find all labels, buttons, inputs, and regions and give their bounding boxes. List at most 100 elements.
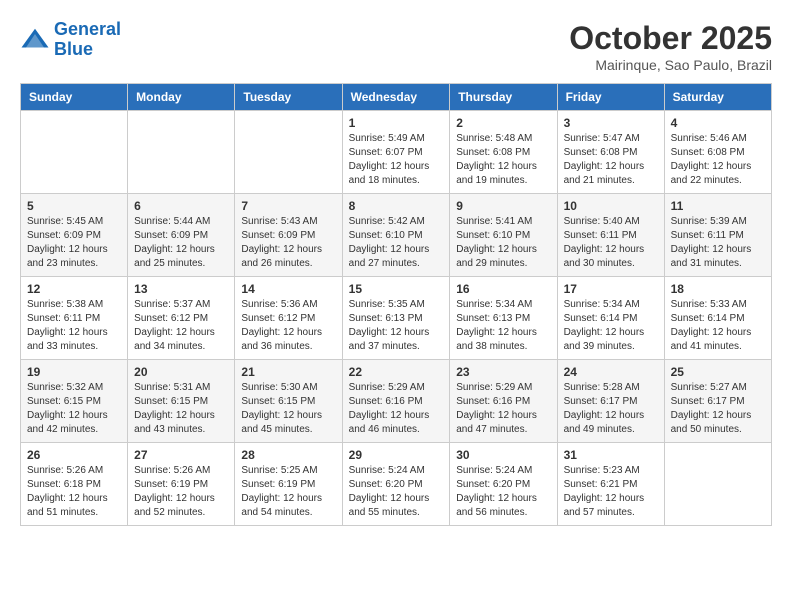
month-title: October 2025	[569, 20, 772, 57]
calendar-week-row: 1Sunrise: 5:49 AM Sunset: 6:07 PM Daylig…	[21, 111, 772, 194]
day-info: Sunrise: 5:40 AM Sunset: 6:11 PM Dayligh…	[564, 215, 658, 271]
page-header: General Blue October 2025 Mairinque, Sao…	[20, 20, 772, 73]
day-info: Sunrise: 5:39 AM Sunset: 6:11 PM Dayligh…	[671, 215, 765, 271]
title-block: October 2025 Mairinque, Sao Paulo, Brazi…	[569, 20, 772, 73]
day-number: 8	[349, 199, 444, 213]
day-info: Sunrise: 5:26 AM Sunset: 6:18 PM Dayligh…	[27, 464, 121, 520]
day-number: 24	[564, 365, 658, 379]
calendar-week-row: 12 Sunrise: 5:38 AM Sunset: 6:11 PM Dayli…	[21, 277, 772, 360]
day-number: 22	[349, 365, 444, 379]
day-number: 14	[241, 282, 335, 296]
day-number: 20	[134, 365, 228, 379]
day-number: 19	[27, 365, 121, 379]
calendar-cell: 24 Sunrise: 5:28 AM Sunset: 6:17 PM Dayli…	[557, 360, 664, 443]
col-tuesday: Tuesday	[235, 84, 342, 111]
location: Mairinque, Sao Paulo, Brazil	[569, 57, 772, 73]
day-number: 6	[134, 199, 228, 213]
day-info: Sunrise: 5:33 AM Sunset: 6:14 PM Dayligh…	[671, 298, 765, 354]
col-monday: Monday	[128, 84, 235, 111]
calendar-cell	[235, 111, 342, 194]
calendar-cell: 19Sunrise: 5:32 AM Sunset: 6:15 PM Dayli…	[21, 360, 128, 443]
day-number: 12	[27, 282, 121, 296]
calendar-cell: 27 Sunrise: 5:26 AM Sunset: 6:19 PM Dayli…	[128, 443, 235, 526]
calendar-cell: 14 Sunrise: 5:36 AM Sunset: 6:12 PM Dayli…	[235, 277, 342, 360]
day-info: Sunrise: 5:29 AM Sunset: 6:16 PM Dayligh…	[456, 381, 550, 437]
day-info: Sunrise: 5:26 AM Sunset: 6:19 PM Dayligh…	[134, 464, 228, 520]
logo-line2: Blue	[54, 39, 93, 59]
calendar-header-row: Sunday Monday Tuesday Wednesday Thursday…	[21, 84, 772, 111]
calendar-cell: 22 Sunrise: 5:29 AM Sunset: 6:16 PM Dayli…	[342, 360, 450, 443]
calendar-cell	[664, 443, 771, 526]
col-saturday: Saturday	[664, 84, 771, 111]
day-number: 30	[456, 448, 550, 462]
day-number: 27	[134, 448, 228, 462]
calendar-cell: 12 Sunrise: 5:38 AM Sunset: 6:11 PM Dayli…	[21, 277, 128, 360]
day-info: Sunrise: 5:45 AM Sunset: 6:09 PM Dayligh…	[27, 215, 121, 271]
day-info: Sunrise: 5:29 AM Sunset: 6:16 PM Dayligh…	[349, 381, 444, 437]
day-number: 11	[671, 199, 765, 213]
day-number: 17	[564, 282, 658, 296]
day-info: Sunrise: 5:31 AM Sunset: 6:15 PM Dayligh…	[134, 381, 228, 437]
logo: General Blue	[20, 20, 121, 60]
col-friday: Friday	[557, 84, 664, 111]
calendar-cell: 17Sunrise: 5:34 AM Sunset: 6:14 PM Dayli…	[557, 277, 664, 360]
day-info: Sunrise: 5:44 AM Sunset: 6:09 PM Dayligh…	[134, 215, 228, 271]
calendar-week-row: 26 Sunrise: 5:26 AM Sunset: 6:18 PM Dayli…	[21, 443, 772, 526]
calendar-cell: 9Sunrise: 5:41 AM Sunset: 6:10 PM Daylig…	[450, 194, 557, 277]
day-number: 9	[456, 199, 550, 213]
day-info: Sunrise: 5:27 AM Sunset: 6:17 PM Dayligh…	[671, 381, 765, 437]
calendar-cell: 11 Sunrise: 5:39 AM Sunset: 6:11 PM Dayli…	[664, 194, 771, 277]
day-info: Sunrise: 5:36 AM Sunset: 6:12 PM Dayligh…	[241, 298, 335, 354]
day-number: 7	[241, 199, 335, 213]
day-info: Sunrise: 5:25 AM Sunset: 6:19 PM Dayligh…	[241, 464, 335, 520]
calendar-cell: 26 Sunrise: 5:26 AM Sunset: 6:18 PM Dayli…	[21, 443, 128, 526]
calendar-cell: 10 Sunrise: 5:40 AM Sunset: 6:11 PM Dayli…	[557, 194, 664, 277]
day-number: 25	[671, 365, 765, 379]
day-info: Sunrise: 5:23 AM Sunset: 6:21 PM Dayligh…	[564, 464, 658, 520]
calendar-cell: 25 Sunrise: 5:27 AM Sunset: 6:17 PM Dayli…	[664, 360, 771, 443]
calendar-cell: 6 Sunrise: 5:44 AM Sunset: 6:09 PM Daylig…	[128, 194, 235, 277]
day-number: 13	[134, 282, 228, 296]
day-number: 15	[349, 282, 444, 296]
calendar-week-row: 5Sunrise: 5:45 AM Sunset: 6:09 PM Daylig…	[21, 194, 772, 277]
calendar-cell	[21, 111, 128, 194]
day-number: 3	[564, 116, 658, 130]
calendar-cell: 8Sunrise: 5:42 AM Sunset: 6:10 PM Daylig…	[342, 194, 450, 277]
calendar-cell: 15 Sunrise: 5:35 AM Sunset: 6:13 PM Dayli…	[342, 277, 450, 360]
calendar-cell: 23 Sunrise: 5:29 AM Sunset: 6:16 PM Dayli…	[450, 360, 557, 443]
calendar-cell: 5Sunrise: 5:45 AM Sunset: 6:09 PM Daylig…	[21, 194, 128, 277]
day-info: Sunrise: 5:24 AM Sunset: 6:20 PM Dayligh…	[456, 464, 550, 520]
calendar-cell: 1Sunrise: 5:49 AM Sunset: 6:07 PM Daylig…	[342, 111, 450, 194]
day-info: Sunrise: 5:38 AM Sunset: 6:11 PM Dayligh…	[27, 298, 121, 354]
day-info: Sunrise: 5:43 AM Sunset: 6:09 PM Dayligh…	[241, 215, 335, 271]
day-number: 28	[241, 448, 335, 462]
day-number: 16	[456, 282, 550, 296]
logo-icon	[20, 25, 50, 55]
day-number: 21	[241, 365, 335, 379]
day-number: 18	[671, 282, 765, 296]
day-info: Sunrise: 5:35 AM Sunset: 6:13 PM Dayligh…	[349, 298, 444, 354]
day-number: 4	[671, 116, 765, 130]
day-number: 23	[456, 365, 550, 379]
calendar-cell: 13 Sunrise: 5:37 AM Sunset: 6:12 PM Dayli…	[128, 277, 235, 360]
day-info: Sunrise: 5:37 AM Sunset: 6:12 PM Dayligh…	[134, 298, 228, 354]
calendar-cell: 31Sunrise: 5:23 AM Sunset: 6:21 PM Dayli…	[557, 443, 664, 526]
day-number: 10	[564, 199, 658, 213]
day-info: Sunrise: 5:34 AM Sunset: 6:13 PM Dayligh…	[456, 298, 550, 354]
calendar-cell: 20 Sunrise: 5:31 AM Sunset: 6:15 PM Dayli…	[128, 360, 235, 443]
calendar-cell: 29 Sunrise: 5:24 AM Sunset: 6:20 PM Dayli…	[342, 443, 450, 526]
calendar-cell: 21Sunrise: 5:30 AM Sunset: 6:15 PM Dayli…	[235, 360, 342, 443]
col-thursday: Thursday	[450, 84, 557, 111]
calendar-table: Sunday Monday Tuesday Wednesday Thursday…	[20, 83, 772, 526]
calendar-cell: 30 Sunrise: 5:24 AM Sunset: 6:20 PM Dayli…	[450, 443, 557, 526]
calendar-cell: 7 Sunrise: 5:43 AM Sunset: 6:09 PM Daylig…	[235, 194, 342, 277]
day-number: 26	[27, 448, 121, 462]
logo-text: General Blue	[54, 20, 121, 60]
day-info: Sunrise: 5:28 AM Sunset: 6:17 PM Dayligh…	[564, 381, 658, 437]
day-number: 29	[349, 448, 444, 462]
logo-line1: General	[54, 19, 121, 39]
calendar-cell: 4Sunrise: 5:46 AM Sunset: 6:08 PM Daylig…	[664, 111, 771, 194]
calendar-week-row: 19Sunrise: 5:32 AM Sunset: 6:15 PM Dayli…	[21, 360, 772, 443]
day-info: Sunrise: 5:48 AM Sunset: 6:08 PM Dayligh…	[456, 132, 550, 188]
day-info: Sunrise: 5:24 AM Sunset: 6:20 PM Dayligh…	[349, 464, 444, 520]
